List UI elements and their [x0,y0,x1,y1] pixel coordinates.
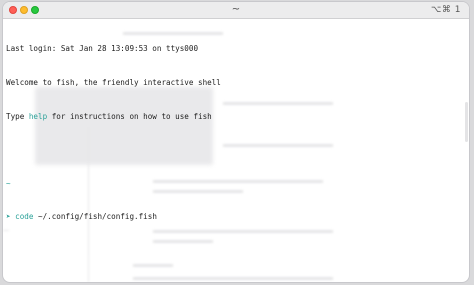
help-keyword: help [28,111,48,121]
terminal-output[interactable]: Last login: Sat Jan 28 13:09:53 on ttys0… [6,21,466,280]
help-line: Type help for instructions on how to use… [6,111,466,122]
window-title: ~ [231,4,241,15]
command-argument: ~/.config/fish/config.fish [33,212,157,222]
window-shortcut-label: ⌥⌘ 1 [431,5,461,15]
command-name: code [15,212,34,222]
command-line[interactable]: ➤ code ~/.config/fish/config.fish [6,211,466,222]
login-line: Last login: Sat Jan 28 13:09:53 on ttys0… [6,44,199,54]
welcome-line: Welcome to fish, the friendly interactiv… [6,78,221,87]
terminal-window: ~ ⌥⌘ 1 Last login: Sat Jan 28 13:09:53 o… [2,1,470,283]
prompt-directory: ~ [6,178,11,188]
help-prefix: Type [6,111,29,121]
title-bar[interactable]: ~ ⌥⌘ 1 [3,2,469,19]
prompt-arrow-icon: ➤ [6,212,11,222]
help-suffix: for instructions on how to use fish [47,111,212,121]
